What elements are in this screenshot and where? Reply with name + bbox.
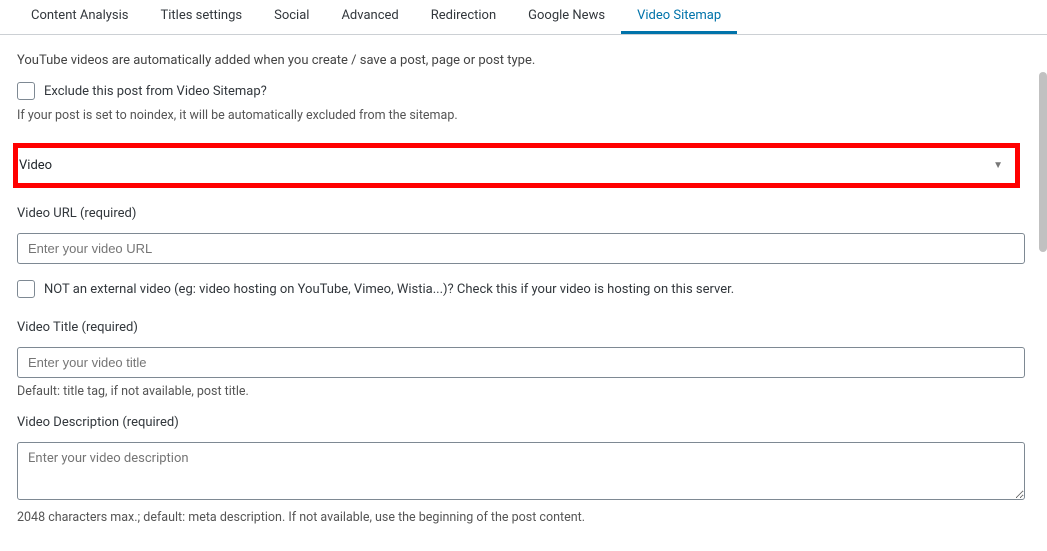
intro-text: YouTube videos are automatically added w… xyxy=(17,53,1030,68)
tab-advanced[interactable]: Advanced xyxy=(325,0,414,34)
tab-titles-settings[interactable]: Titles settings xyxy=(144,0,258,34)
video-description-group: Video Description (required) 2048 charac… xyxy=(17,415,1030,525)
not-external-label: NOT an external video (eg: video hosting… xyxy=(44,282,734,297)
video-url-label: Video URL (required) xyxy=(17,206,1030,221)
video-description-label: Video Description (required) xyxy=(17,415,1030,430)
video-description-input[interactable] xyxy=(17,442,1025,500)
exclude-helper: If your post is set to noindex, it will … xyxy=(17,108,1030,123)
exclude-row: Exclude this post from Video Sitemap? xyxy=(17,82,1030,100)
video-title-label: Video Title (required) xyxy=(17,320,1030,335)
scrollbar[interactable] xyxy=(1039,72,1047,252)
video-url-group: Video URL (required) xyxy=(17,206,1030,264)
video-url-input[interactable] xyxy=(17,233,1025,264)
exclude-label: Exclude this post from Video Sitemap? xyxy=(44,84,267,99)
video-title-helper: Default: title tag, if not available, po… xyxy=(17,384,1030,399)
not-external-checkbox[interactable] xyxy=(17,280,35,298)
tab-redirection[interactable]: Redirection xyxy=(415,0,512,34)
tab-content-analysis[interactable]: Content Analysis xyxy=(15,0,144,34)
tab-content: YouTube videos are automatically added w… xyxy=(0,35,1047,551)
video-select-highlight: Video ▼ xyxy=(13,143,1020,188)
not-external-row: NOT an external video (eg: video hosting… xyxy=(17,280,1030,298)
video-title-input[interactable] xyxy=(17,347,1025,378)
tab-social[interactable]: Social xyxy=(258,0,325,34)
exclude-checkbox[interactable] xyxy=(17,82,35,100)
video-title-group: Video Title (required) Default: title ta… xyxy=(17,320,1030,399)
tab-google-news[interactable]: Google News xyxy=(512,0,621,34)
tab-video-sitemap[interactable]: Video Sitemap xyxy=(621,0,737,34)
chevron-down-icon: ▼ xyxy=(993,160,1003,171)
video-description-helper: 2048 characters max.; default: meta desc… xyxy=(17,510,1030,525)
video-select[interactable]: Video ▼ xyxy=(18,148,1015,183)
tabs-nav: Content Analysis Titles settings Social … xyxy=(0,0,1047,35)
video-select-label: Video xyxy=(19,158,52,173)
